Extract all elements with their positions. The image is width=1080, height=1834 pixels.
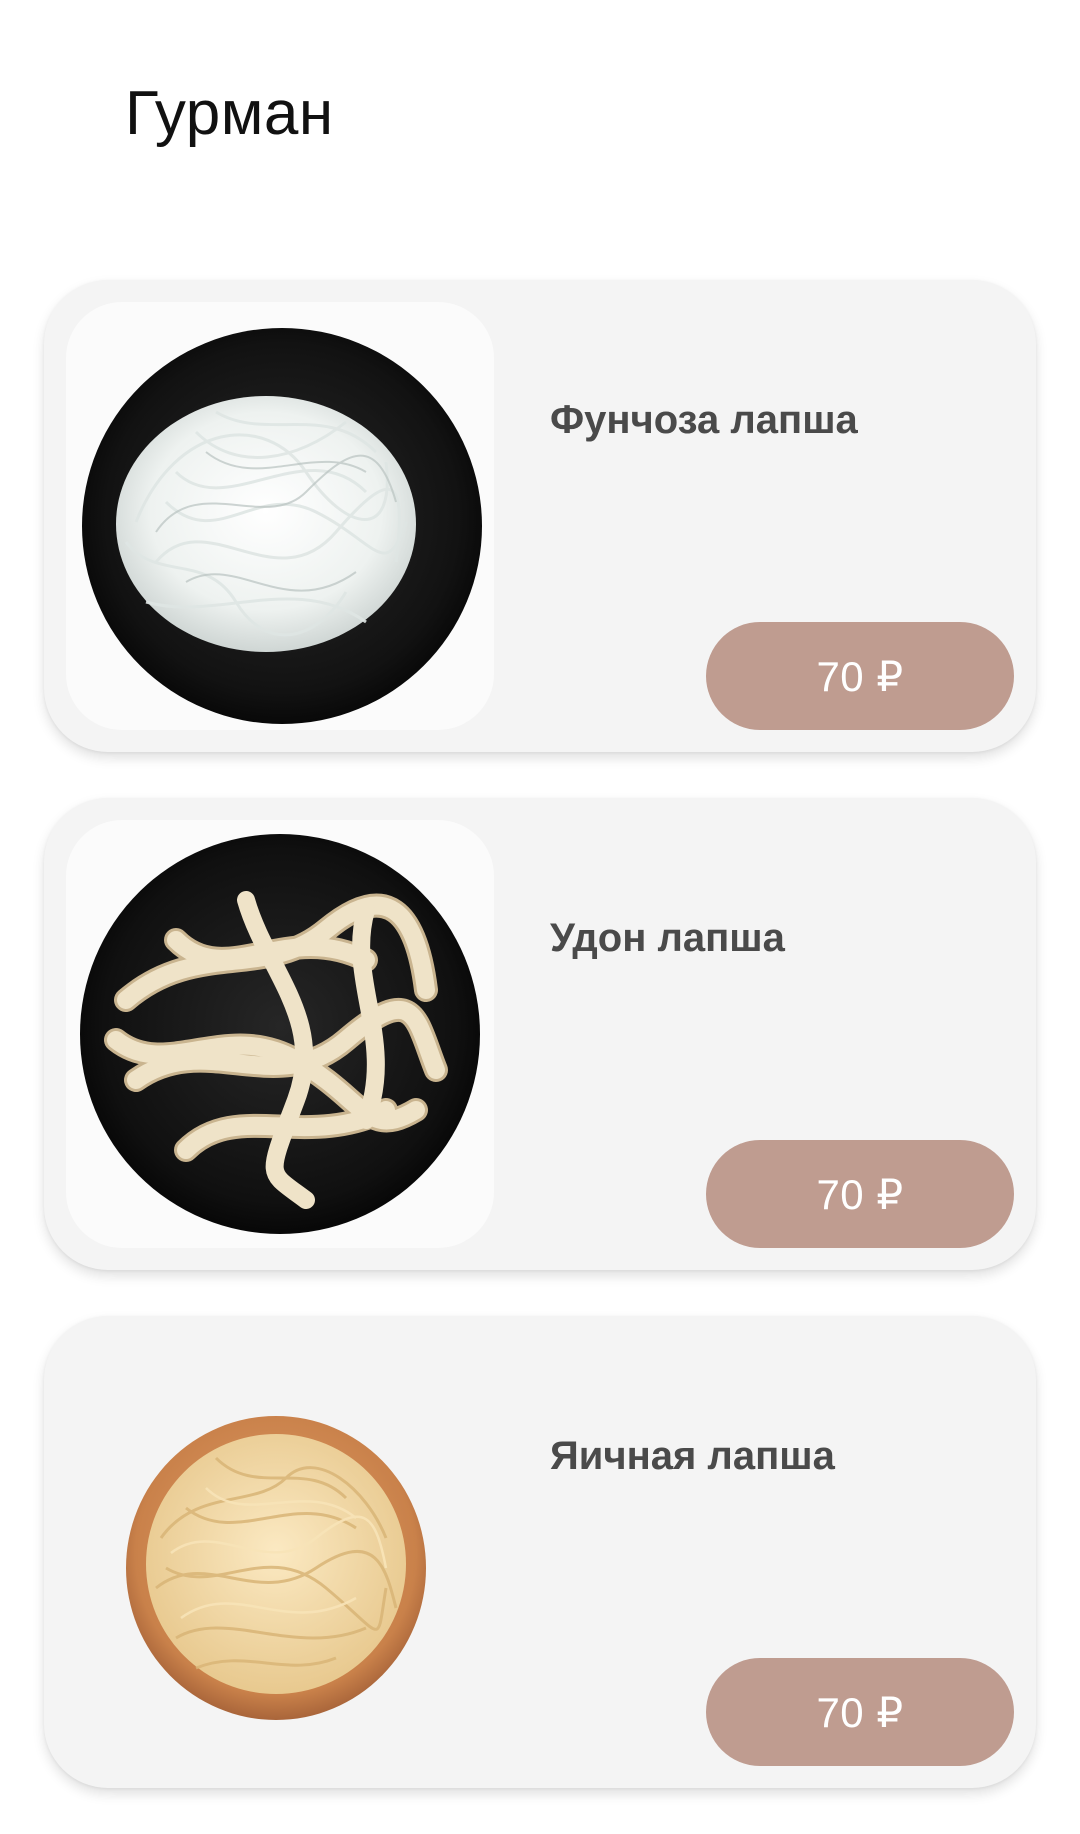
product-name: Яичная лапша <box>550 1434 835 1478</box>
product-name: Фунчоза лапша <box>550 398 858 442</box>
product-list: Фунчоза лапша 70 ₽ Удон лапша 70 ₽ Яична… <box>44 280 1036 1834</box>
price-button[interactable]: 70 ₽ <box>706 1140 1014 1248</box>
price-button[interactable]: 70 ₽ <box>706 622 1014 730</box>
product-card-funchoza[interactable]: Фунчоза лапша 70 ₽ <box>44 280 1036 752</box>
price-button[interactable]: 70 ₽ <box>706 1658 1014 1766</box>
product-name: Удон лапша <box>550 916 785 960</box>
price-label: 70 ₽ <box>816 1170 904 1218</box>
price-label: 70 ₽ <box>816 652 904 700</box>
page-title: Гурман <box>125 79 334 148</box>
product-card-egg-noodles[interactable]: Яичная лапша 70 ₽ <box>44 1316 1036 1788</box>
udon-noodles-bowl-image <box>66 820 494 1248</box>
price-label: 70 ₽ <box>816 1688 904 1736</box>
egg-noodles-bowl-image <box>66 1338 494 1766</box>
funchoza-noodles-bowl-image <box>66 302 494 730</box>
product-card-udon[interactable]: Удон лапша 70 ₽ <box>44 798 1036 1270</box>
